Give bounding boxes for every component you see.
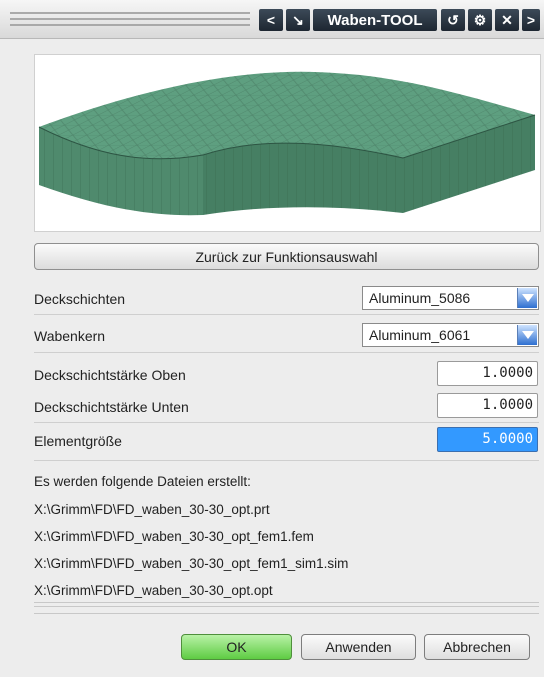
file-path: X:\Grimm\FD\FD_waben_30-30_opt_fem1_sim1… bbox=[34, 556, 349, 571]
elementgroesse-label: Elementgröße bbox=[34, 433, 122, 449]
file-path: X:\Grimm\FD\FD_waben_30-30_opt_fem1.fem bbox=[34, 529, 314, 544]
staerke-oben-label: Deckschichtstärke Oben bbox=[34, 367, 186, 383]
gear-icon[interactable]: ⚙ bbox=[468, 9, 492, 31]
select-arrow-icon[interactable]: ↘ bbox=[286, 9, 310, 31]
wabenkern-label: Wabenkern bbox=[34, 328, 106, 344]
wabenkern-row: Wabenkern Aluminum_6061 bbox=[34, 322, 539, 350]
model-preview bbox=[34, 54, 541, 232]
honeycomb-panel-image bbox=[38, 71, 536, 216]
staerke-unten-input[interactable]: 1.0000 bbox=[437, 393, 538, 418]
elementgroesse-row: Elementgröße 5.0000 bbox=[34, 427, 539, 455]
title-grip bbox=[10, 12, 250, 14]
file-path: X:\Grimm\FD\FD_waben_30-30_opt.opt bbox=[34, 583, 273, 598]
elementgroesse-input[interactable]: 5.0000 bbox=[437, 427, 538, 452]
staerke-oben-row: Deckschichtstärke Oben 1.0000 bbox=[34, 361, 539, 389]
wabenkern-select[interactable]: Aluminum_6061 bbox=[362, 323, 539, 347]
staerke-unten-row: Deckschichtstärke Unten 1.0000 bbox=[34, 393, 539, 421]
back-to-function-selection-button[interactable]: Zurück zur Funktionsauswahl bbox=[34, 243, 539, 270]
deckschichten-label: Deckschichten bbox=[34, 291, 126, 307]
window-title: Waben-TOOL bbox=[313, 9, 437, 31]
close-icon[interactable]: ✕ bbox=[495, 9, 519, 31]
separator bbox=[34, 460, 539, 461]
separator bbox=[34, 314, 539, 315]
apply-button[interactable]: Anwenden bbox=[301, 634, 416, 660]
file-path: X:\Grimm\FD\FD_waben_30-30_opt.prt bbox=[34, 502, 270, 517]
prev-icon[interactable]: < bbox=[259, 9, 283, 31]
ok-button[interactable]: OK bbox=[181, 634, 292, 660]
staerke-oben-input[interactable]: 1.0000 bbox=[437, 361, 538, 386]
info-heading: Es werden folgende Dateien erstellt: bbox=[34, 474, 251, 489]
cancel-button[interactable]: Abbrechen bbox=[424, 634, 530, 660]
deckschichten-row: Deckschichten Aluminum_5086 bbox=[34, 285, 539, 313]
separator bbox=[34, 422, 539, 423]
separator bbox=[34, 602, 539, 603]
title-grip bbox=[10, 18, 250, 20]
next-icon[interactable]: > bbox=[522, 9, 540, 31]
chevron-down-icon[interactable] bbox=[517, 288, 537, 308]
deckschichten-value: Aluminum_5086 bbox=[369, 290, 471, 306]
staerke-unten-label: Deckschichtstärke Unten bbox=[34, 399, 189, 415]
title-grip bbox=[10, 24, 250, 26]
undo-icon[interactable]: ↺ bbox=[441, 9, 465, 31]
wabenkern-value: Aluminum_6061 bbox=[369, 327, 471, 343]
separator bbox=[34, 352, 539, 353]
chevron-down-icon[interactable] bbox=[517, 325, 537, 345]
separator bbox=[34, 613, 539, 614]
deckschichten-select[interactable]: Aluminum_5086 bbox=[362, 286, 539, 310]
separator bbox=[34, 606, 539, 607]
title-bar: < ↘ Waben-TOOL ↺ ⚙ ✕ > bbox=[0, 0, 544, 39]
